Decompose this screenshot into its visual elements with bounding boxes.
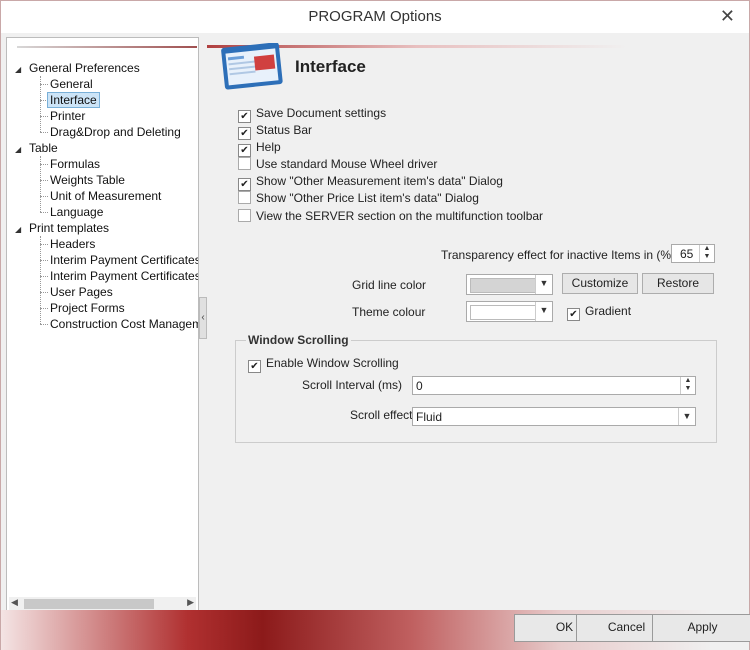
tree-item-project-forms[interactable]: Project Forms [50,300,125,316]
grid-line-color-picker[interactable]: ▼ [466,274,553,295]
scroll-left-icon[interactable]: ◀ [11,597,18,608]
color-swatch [470,305,536,320]
tree-line [40,164,48,165]
restore-button[interactable]: Restore [642,273,714,294]
chevron-down-icon[interactable]: ▼ [535,302,552,321]
group-title: Window Scrolling [246,333,351,347]
gradient-option[interactable]: Gradient [567,303,632,321]
checkbox-checked[interactable] [567,308,580,321]
tree-top-divider [17,46,197,48]
tree-line [40,260,48,261]
option-mouse-wheel[interactable]: Use standard Mouse Wheel driver [238,156,437,172]
scroll-interval-input[interactable]: 0 ▲ ▼ [412,376,696,395]
scroll-effect-select[interactable]: Fluid ▼ [412,407,696,426]
close-icon[interactable]: ✕ [720,6,735,27]
tree-line [40,84,48,85]
scroll-interval-label: Scroll Interval (ms) [302,378,403,392]
transparency-label: Transparency effect for inactive Items i… [441,248,676,262]
checkbox-checked[interactable] [248,360,261,373]
scrollbar-thumb[interactable] [24,599,154,609]
tree-horizontal-scrollbar[interactable]: ◀ ▶ [9,597,196,611]
scroll-effect-value: Fluid [416,410,443,424]
tree-item-headers[interactable]: Headers [50,236,95,252]
checkbox-unchecked[interactable] [238,191,251,204]
option-other-price-list-dialog[interactable]: Show "Other Price List item's data" Dial… [238,190,479,206]
color-swatch [470,278,536,293]
scroll-effect-label: Scroll effect [350,408,413,422]
tree-item-dragdrop[interactable]: Drag&Drop and Deleting [50,124,181,140]
option-label: Help [256,140,281,154]
tree-line [40,236,41,324]
tree-item-weights-table[interactable]: Weights Table [50,172,125,188]
checkbox-unchecked[interactable] [238,157,251,170]
scroll-right-icon[interactable]: ▶ [187,597,194,608]
chevron-down-icon[interactable]: ▼ [535,275,552,294]
customize-button[interactable]: Customize [562,273,638,294]
tree-line [40,308,48,309]
tree-item-interim-payment-2[interactable]: Interim Payment Certificates (E [50,268,198,284]
tree-item-user-pages[interactable]: User Pages [50,284,113,300]
interface-window-icon [221,43,283,90]
title-bar: PROGRAM Options ✕ [1,1,749,33]
transparency-spinner[interactable]: 65 ▲ ▼ [671,244,715,263]
collapse-icon[interactable]: ◢ [15,225,21,234]
chevron-down-icon[interactable]: ▼ [678,408,695,425]
option-other-measurement-dialog[interactable]: Show "Other Measurement item's data" Dia… [238,173,503,191]
dialog-footer: OK Cancel Apply [1,610,750,650]
apply-button[interactable]: Apply [652,614,750,642]
transparency-value: 65 [680,247,694,261]
scroll-interval-value: 0 [416,379,423,393]
option-status-bar[interactable]: Status Bar [238,122,313,140]
options-window: PROGRAM Options ✕ ◢ General Preferences … [0,0,750,650]
collapse-icon[interactable]: ◢ [15,65,21,74]
option-label: Save Document settings [256,106,387,120]
option-label: Status Bar [256,123,313,137]
tree-item-interim-payment-1[interactable]: Interim Payment Certificates [50,252,198,268]
tree-line [40,180,48,181]
tree-line [40,212,48,213]
option-help[interactable]: Help [238,139,281,157]
page-title: Interface [295,57,366,76]
tree-item-label: Interface [47,92,100,108]
option-server-section[interactable]: View the SERVER section on the multifunc… [238,208,543,224]
option-label: View the SERVER section on the multifunc… [256,209,544,223]
option-label: Show "Other Price List item's data" Dial… [256,191,479,205]
tree-item-unit-of-measurement[interactable]: Unit of Measurement [50,188,161,204]
tree-item-general[interactable]: General [50,76,93,92]
tree-item-construction-cost[interactable]: Construction Cost Managemen [50,316,198,332]
option-label: Gradient [585,304,632,318]
tree-group-print-templates[interactable]: Print templates [29,220,109,236]
tree-group-table[interactable]: Table [29,140,58,156]
content-area: ◢ General Preferences General Interface … [6,37,745,614]
option-label: Show "Other Measurement item's data" Dia… [256,174,503,188]
tree-line [40,132,48,133]
spin-arrows-icon[interactable]: ▲ ▼ [699,245,714,262]
tree-item-language[interactable]: Language [50,204,103,220]
tree-line [40,292,48,293]
theme-colour-picker[interactable]: ▼ [466,301,553,322]
tree-line [40,276,48,277]
spin-arrows-icon[interactable]: ▲ ▼ [680,377,695,394]
tree-line [40,244,48,245]
splitter-handle[interactable]: ‹ [199,297,207,339]
grid-line-color-label: Grid line color [352,278,427,292]
option-label: Use standard Mouse Wheel driver [256,157,438,171]
option-label: Enable Window Scrolling [266,356,399,370]
tree-group-general-preferences[interactable]: General Preferences [29,60,140,76]
tree-item-printer[interactable]: Printer [50,108,85,124]
option-save-document-settings[interactable]: Save Document settings [238,105,387,123]
tree-line [40,116,48,117]
checkbox-unchecked[interactable] [238,209,251,222]
theme-colour-label: Theme colour [352,305,426,319]
tree-item-interface[interactable]: Interface [47,92,100,108]
tree-line [40,196,48,197]
interface-settings-pane: Interface Save Document settings Status … [207,37,745,609]
tree-item-formulas[interactable]: Formulas [50,156,100,172]
options-tree: ◢ General Preferences General Interface … [6,37,199,614]
enable-window-scrolling[interactable]: Enable Window Scrolling [248,355,399,373]
window-scrolling-group: Window Scrolling Enable Window Scrolling… [235,333,717,443]
window-title: PROGRAM Options [308,8,442,25]
collapse-icon[interactable]: ◢ [15,145,21,154]
tree-line [40,324,48,325]
